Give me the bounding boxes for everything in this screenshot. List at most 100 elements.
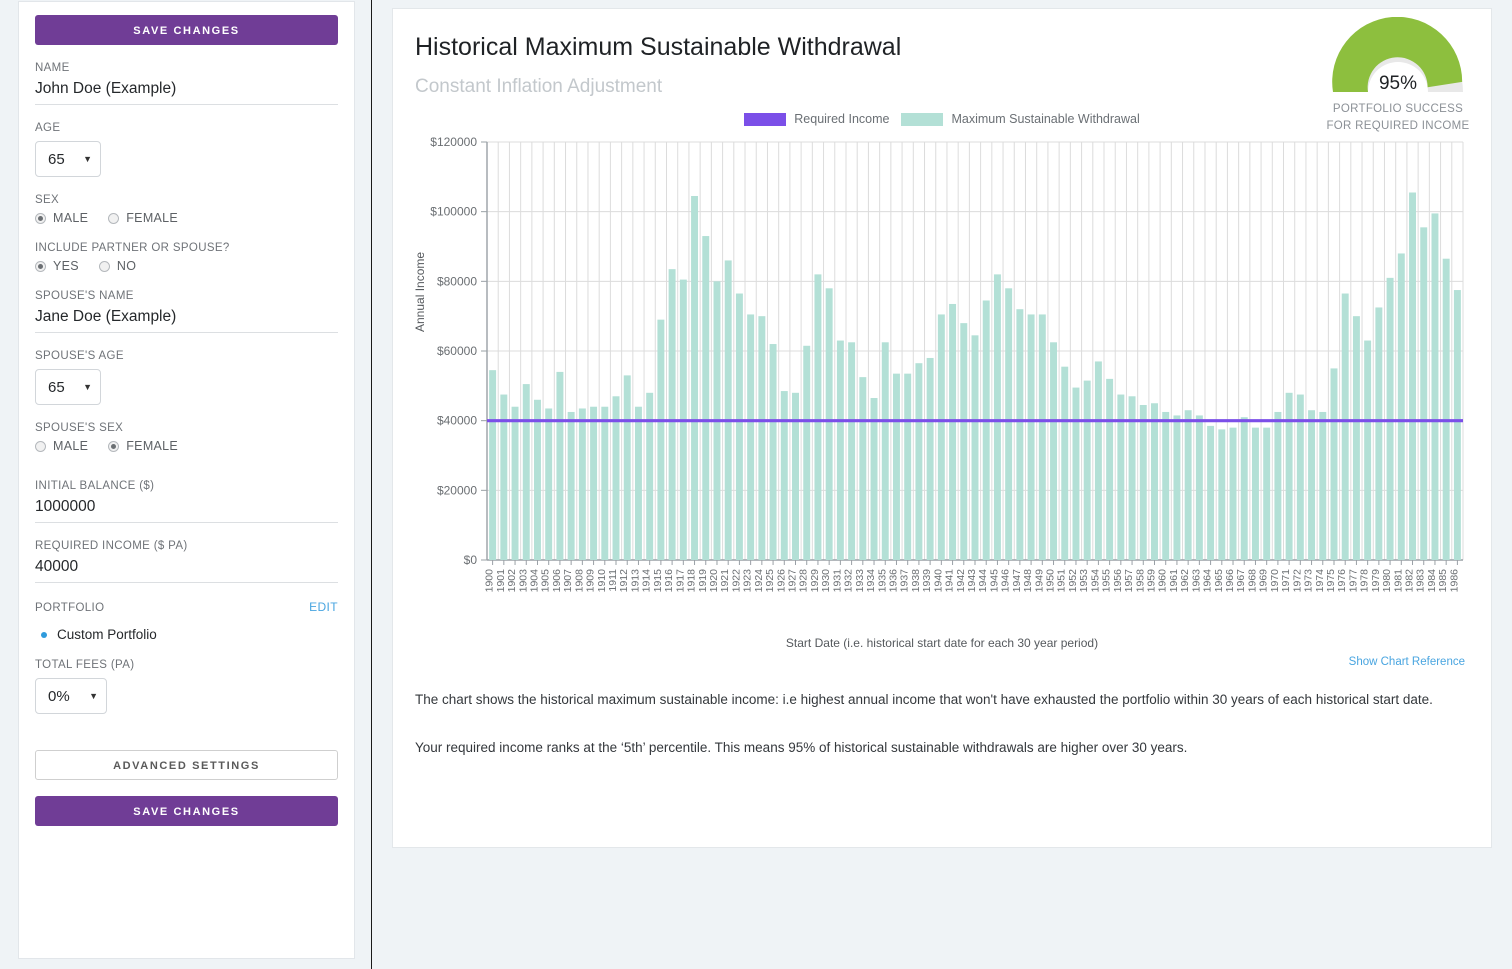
radio-icon (35, 440, 46, 452)
svg-text:1966: 1966 (1224, 569, 1236, 593)
svg-text:1915: 1915 (652, 569, 664, 593)
svg-text:1910: 1910 (596, 569, 608, 593)
svg-text:1923: 1923 (742, 569, 754, 593)
spouse-name-input[interactable] (35, 306, 338, 333)
sex-radio-male[interactable]: MALE (35, 211, 88, 225)
svg-text:1970: 1970 (1269, 569, 1281, 593)
save-changes-button-top[interactable]: SAVE CHANGES (35, 15, 338, 45)
svg-text:1907: 1907 (562, 569, 574, 593)
portfolio-label: PORTFOLIO (35, 602, 105, 614)
svg-text:1974: 1974 (1314, 569, 1326, 593)
include-partner-radio-yes[interactable]: YES (35, 259, 79, 273)
required-income-label: REQUIRED INCOME ($ PA) (35, 540, 188, 552)
sex-radio-female[interactable]: FEMALE (108, 211, 178, 225)
spouse-age-label: SPOUSE'S AGE (35, 350, 124, 362)
field-initial-balance: INITIAL BALANCE ($) (35, 480, 338, 523)
svg-text:1967: 1967 (1235, 569, 1247, 593)
svg-text:1922: 1922 (730, 569, 742, 593)
svg-text:1947: 1947 (1011, 569, 1023, 593)
svg-text:1982: 1982 (1404, 569, 1416, 593)
svg-text:1906: 1906 (551, 569, 563, 593)
svg-text:1920: 1920 (708, 569, 720, 593)
svg-text:1918: 1918 (686, 569, 698, 593)
field-spouse-name: SPOUSE'S NAME (35, 290, 338, 333)
svg-text:1949: 1949 (1033, 569, 1045, 593)
radio-icon (35, 212, 46, 224)
chart-legend: Required Income Maximum Sustainable With… (415, 112, 1469, 126)
legend-item-required-income: Required Income (744, 112, 889, 126)
app-root: SAVE CHANGES NAME AGE 65 ▼ SEX MALE (0, 0, 1512, 969)
portfolio-edit-link[interactable]: EDIT (309, 600, 338, 614)
sidebar: SAVE CHANGES NAME AGE 65 ▼ SEX MALE (0, 0, 372, 969)
svg-text:1936: 1936 (887, 569, 899, 593)
legend-swatch-icon (901, 112, 944, 126)
name-input[interactable] (35, 78, 338, 105)
page-subtitle: Constant Inflation Adjustment (415, 76, 663, 97)
svg-text:1926: 1926 (775, 569, 787, 593)
svg-text:1911: 1911 (607, 569, 619, 592)
svg-text:1957: 1957 (1123, 569, 1135, 593)
required-income-input[interactable] (35, 556, 338, 583)
svg-text:1925: 1925 (764, 569, 776, 593)
svg-text:1948: 1948 (1022, 569, 1034, 593)
spouse-sex-radio-female[interactable]: FEMALE (108, 439, 178, 453)
svg-text:1939: 1939 (921, 569, 933, 593)
svg-text:$40000: $40000 (437, 414, 477, 428)
portfolio-header: PORTFOLIO EDIT (35, 600, 338, 618)
advanced-settings-button[interactable]: ADVANCED SETTINGS (35, 750, 338, 780)
chevron-down-icon: ▼ (83, 382, 92, 392)
show-chart-reference-link[interactable]: Show Chart Reference (415, 656, 1469, 668)
y-axis-title: Annual Income (413, 251, 427, 332)
settings-form-card: SAVE CHANGES NAME AGE 65 ▼ SEX MALE (18, 1, 355, 959)
svg-text:$0: $0 (464, 553, 478, 567)
radio-icon (108, 212, 120, 224)
include-partner-label: INCLUDE PARTNER OR SPOUSE? (35, 242, 230, 254)
total-fees-select[interactable]: 0% ▼ (35, 678, 107, 714)
field-name: NAME (35, 62, 338, 105)
save-changes-button-bottom[interactable]: SAVE CHANGES (35, 796, 338, 826)
svg-text:1969: 1969 (1258, 569, 1270, 593)
svg-text:1955: 1955 (1101, 569, 1113, 593)
spouse-age-select-value: 65 (48, 378, 65, 396)
svg-text:1941: 1941 (944, 569, 956, 593)
svg-text:1945: 1945 (988, 569, 1000, 593)
svg-text:1924: 1924 (753, 569, 765, 593)
include-partner-radio-no[interactable]: NO (98, 259, 136, 273)
svg-text:1956: 1956 (1112, 569, 1124, 593)
legend-label: Maximum Sustainable Withdrawal (951, 112, 1140, 126)
svg-text:1944: 1944 (977, 569, 989, 593)
svg-text:$120000: $120000 (430, 135, 477, 149)
spouse-age-select[interactable]: 65 ▼ (35, 369, 101, 405)
field-sex: SEX MALE FEMALE (35, 194, 338, 225)
svg-text:1985: 1985 (1437, 569, 1449, 593)
svg-text:1950: 1950 (1045, 569, 1057, 593)
svg-text:1909: 1909 (585, 569, 597, 593)
svg-text:1978: 1978 (1359, 569, 1371, 593)
svg-text:1914: 1914 (641, 569, 653, 593)
include-partner-yes-label: YES (53, 259, 79, 273)
svg-text:1977: 1977 (1347, 569, 1359, 593)
main-panel: Historical Maximum Sustainable Withdrawa… (372, 0, 1512, 969)
name-label: NAME (35, 62, 70, 74)
svg-text:1917: 1917 (674, 569, 686, 593)
svg-text:1986: 1986 (1448, 569, 1460, 593)
advanced-settings-wrap: ADVANCED SETTINGS (35, 750, 338, 780)
sex-label: SEX (35, 194, 60, 206)
svg-text:1971: 1971 (1280, 569, 1292, 593)
svg-text:1972: 1972 (1291, 569, 1303, 593)
portfolio-selected-item[interactable]: Custom Portfolio (35, 627, 338, 642)
gauge-caption-line1: PORTFOLIO SUCCESS (1332, 103, 1464, 115)
chevron-down-icon: ▼ (89, 691, 98, 701)
svg-text:1931: 1931 (831, 569, 843, 593)
svg-text:1960: 1960 (1157, 569, 1169, 593)
gauge-value: 95% (1378, 73, 1418, 94)
save-bottom-wrap: SAVE CHANGES (35, 796, 338, 826)
spouse-sex-radio-male[interactable]: MALE (35, 439, 88, 453)
initial-balance-input[interactable] (35, 496, 338, 523)
svg-text:1954: 1954 (1089, 569, 1101, 593)
svg-text:1959: 1959 (1145, 569, 1157, 593)
spouse-name-label: SPOUSE'S NAME (35, 290, 134, 302)
chart-description-paragraph-1: The chart shows the historical maximum s… (415, 692, 1433, 707)
age-select[interactable]: 65 ▼ (35, 141, 101, 177)
spouse-sex-radio-group: MALE FEMALE (35, 439, 338, 453)
